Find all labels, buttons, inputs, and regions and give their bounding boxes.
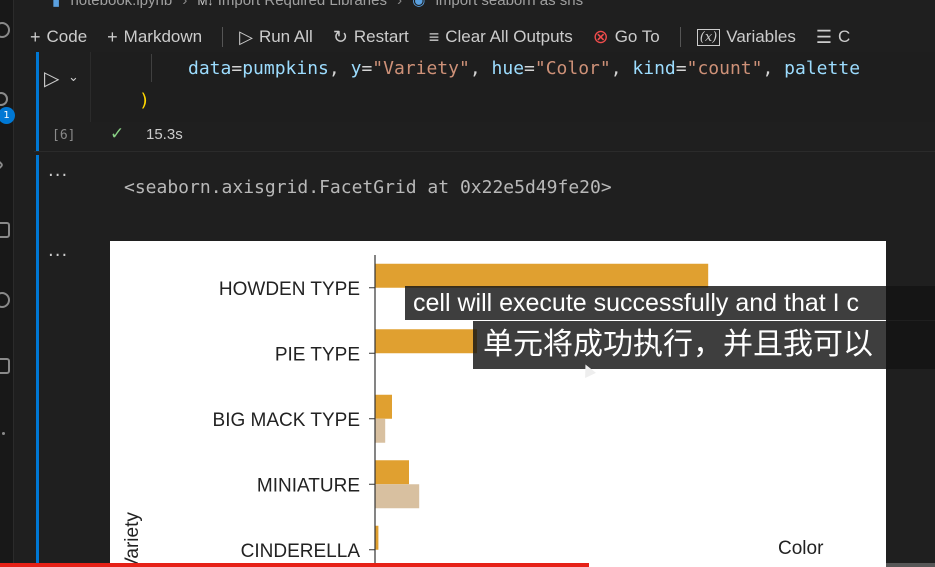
breadcrumb-cell[interactable]: import seaborn as sns [436,0,584,9]
remote-icon[interactable] [0,292,10,308]
outline-button[interactable]: ☰ C [816,27,850,48]
y-tick-label: BIG MACK TYPE [213,410,360,431]
code-token: "count" [686,58,763,79]
breadcrumb-file[interactable]: notebook.ipynb [70,0,172,9]
video-progress-fill [0,563,590,567]
output-actions-ellipsis[interactable]: ... [48,240,68,261]
bar-miniature-s0 [375,460,409,485]
execution-time: 15.3s [146,126,183,143]
y-tick-label: HOWDEN TYPE [219,279,360,300]
clear-all-icon: ≡ [428,26,440,47]
code-token: data [188,58,232,79]
y-axis-label: Variety [122,512,143,567]
run-all-icon: ▷ [239,26,253,47]
video-progress-bar[interactable] [0,563,935,567]
code-token: y [350,58,362,79]
output-text-repr: <seaborn.axisgrid.FacetGrid at 0x22e5d49… [124,177,612,198]
extensions-icon[interactable] [0,222,10,238]
restart-icon: ↻ [332,26,348,47]
variables-button[interactable]: (x) Variables [696,27,796,47]
bar-big-mack-type-s0 [375,394,392,419]
indent-guide [151,54,152,82]
bar-big-mack-type-s1 [375,418,386,443]
bar-pie-type-s0 [375,329,477,354]
cell-divider [34,151,935,152]
code-token: = [524,58,535,79]
toolbar-separator [679,27,681,47]
go-to-label: Go To [614,27,660,46]
y-tick-label: MINIATURE [257,475,360,496]
chevron-right-icon: › [397,0,403,9]
outline-label: C [838,27,851,46]
code-token: = [361,58,373,79]
source-control-icon[interactable] [0,92,8,106]
restart-label: Restart [353,27,409,46]
notification-badge: 1 [0,107,15,124]
plus-icon: + [30,26,41,47]
output-focus-indicator [36,155,39,567]
success-check-icon: ✓ [110,124,125,144]
y-tick-label: CINDERELLA [241,541,361,562]
testing-icon[interactable] [0,358,10,374]
run-all-label: Run All [258,27,313,46]
toolbar-separator [222,27,224,47]
execution-count: [6] [52,128,76,143]
file-icon: ▮ [52,0,61,9]
markdown-icon: M↓ [197,0,214,8]
subtitle-english: cell will execute successfully and that … [405,286,935,320]
plus-icon: + [107,26,118,47]
output-actions-ellipsis[interactable]: ... [48,160,68,181]
code-token: , [762,58,785,79]
notebook-toolbar: + Code + Markdown ▷ Run All ↻ Restart ≡ … [30,22,935,52]
code-token: "Color" [534,58,611,79]
clear-all-label: Clear All Outputs [445,27,573,46]
code-token: hue [491,58,525,79]
chevron-right-icon: › [182,0,188,9]
restart-button[interactable]: ↻ Restart [333,27,409,48]
code-line-args: data=pumpkins, y="Variety", hue="Color",… [188,58,860,79]
code-token: = [231,58,243,79]
add-markdown-label: Markdown [123,27,203,46]
code-token: , [610,58,633,79]
execute-cell-icon[interactable]: ▷ [44,66,59,90]
python-icon: ◉ [412,0,426,9]
code-close-paren: ) [139,90,150,111]
code-token: = [675,58,687,79]
legend-title: Color [778,538,824,559]
outline-icon: ☰ [815,26,833,47]
subtitle-chinese: 单元将成功执行，并且我可以 [473,321,935,369]
variables-icon: (x) [696,28,721,46]
y-tick-label: PIE TYPE [275,344,360,365]
activity-bar: 1 [0,0,15,567]
chevron-down-icon[interactable]: ⌄ [68,70,79,85]
breadcrumb-section[interactable]: Import Required Libraries [218,0,387,9]
bar-miniature-s1 [375,484,420,509]
cell-focus-indicator [36,52,39,152]
go-to-button[interactable]: ⊗ Go To [593,26,660,49]
code-token: , [469,58,492,79]
more-dots-icon[interactable] [2,432,5,435]
breadcrumb: ▮ notebook.ipynb › M↓ Import Required Li… [52,0,589,13]
code-token: palette [784,58,861,79]
run-all-button[interactable]: ▷ Run All [239,27,313,48]
go-to-error-icon: ⊗ [592,26,609,48]
variables-label: Variables [726,27,796,46]
code-token: pumpkins [242,58,329,79]
add-code-label: Code [46,27,88,46]
account-icon[interactable] [0,22,10,38]
clear-all-outputs-button[interactable]: ≡ Clear All Outputs [429,27,573,48]
code-token: kind [632,58,676,79]
add-code-cell-button[interactable]: + Code [30,27,87,48]
run-debug-icon[interactable] [0,157,5,173]
code-token: "Variety" [372,58,470,79]
add-markdown-cell-button[interactable]: + Markdown [107,27,202,48]
bar-howden-type-s0 [375,263,709,288]
code-token: , [328,58,351,79]
